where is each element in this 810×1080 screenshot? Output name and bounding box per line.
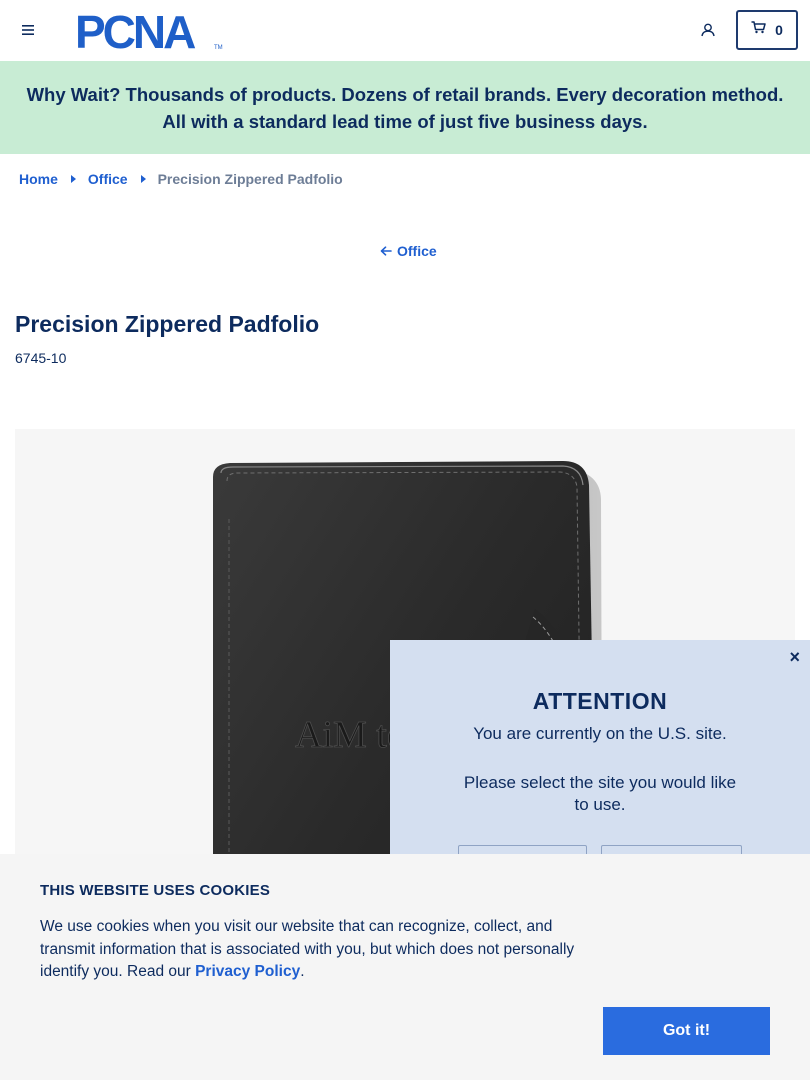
svg-text:TM: TM (214, 45, 223, 51)
product-sku: 6745-10 (15, 350, 67, 366)
breadcrumb: Home Office Precision Zippered Padfolio (19, 171, 343, 187)
site-selector-modal: × ATTENTION You are currently on the U.S… (390, 640, 810, 854)
breadcrumb-separator-icon (70, 175, 76, 183)
cookie-banner: THIS WEBSITE USES COOKIES We use cookies… (0, 854, 810, 1080)
modal-message: You are currently on the U.S. site. (473, 724, 727, 743)
privacy-policy-link[interactable]: Privacy Policy (195, 963, 300, 980)
cookie-text: We use cookies when you visit our websit… (40, 916, 605, 984)
close-icon[interactable]: × (789, 648, 800, 666)
pcna-logo[interactable]: PCNA TM (74, 6, 224, 58)
breadcrumb-separator-icon (140, 175, 146, 183)
breadcrumb-office[interactable]: Office (88, 171, 128, 187)
promo-text: Why Wait? Thousands of products. Dozens … (26, 83, 784, 132)
accept-cookies-button[interactable]: Got it! (603, 1007, 770, 1055)
site-header: PCNA TM 0 (0, 0, 810, 61)
promo-banner: Why Wait? Thousands of products. Dozens … (0, 61, 810, 154)
account-icon[interactable] (698, 20, 718, 40)
cart-button[interactable]: 0 (736, 10, 798, 50)
product-title: Precision Zippered Padfolio (15, 311, 320, 337)
breadcrumb-home[interactable]: Home (19, 171, 58, 187)
menu-icon[interactable] (18, 20, 38, 40)
modal-title: ATTENTION (532, 688, 668, 714)
breadcrumb-current: Precision Zippered Padfolio (157, 171, 343, 187)
cookie-title: THIS WEBSITE USES COOKIES (40, 882, 271, 899)
arrow-left-icon (380, 243, 392, 259)
site-option-button[interactable] (458, 845, 587, 854)
back-to-category-link[interactable]: Office (380, 243, 437, 259)
cart-count: 0 (775, 22, 783, 38)
site-option-button[interactable] (601, 845, 742, 854)
cookie-body: We use cookies when you visit our websit… (40, 918, 575, 980)
logo-text: PCNA (75, 8, 195, 54)
cookie-text-end: . (300, 963, 305, 980)
cart-icon (751, 21, 766, 39)
modal-prompt: Please select the site you would like to… (463, 773, 737, 814)
back-link-label: Office (397, 243, 437, 259)
